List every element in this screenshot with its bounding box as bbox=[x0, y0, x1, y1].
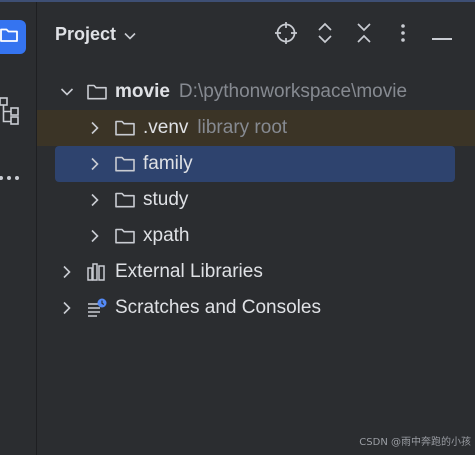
folder-icon bbox=[113, 226, 137, 246]
tree-row-scratches[interactable]: Scratches and Consoles bbox=[37, 290, 475, 326]
folder-icon bbox=[113, 118, 137, 138]
chevron-down-icon bbox=[124, 24, 136, 45]
more-icon bbox=[0, 166, 20, 185]
tree-row-external-libraries[interactable]: External Libraries bbox=[37, 254, 475, 290]
expand-all-icon bbox=[317, 21, 333, 49]
folder-icon bbox=[113, 190, 137, 210]
chevron-right-icon[interactable] bbox=[59, 300, 75, 316]
tree-row-study[interactable]: study bbox=[37, 182, 475, 218]
scratches-label: Scratches and Consoles bbox=[115, 297, 321, 318]
locate-button[interactable] bbox=[273, 22, 299, 48]
libraries-icon bbox=[85, 262, 109, 282]
folder-hint: library root bbox=[197, 117, 288, 138]
chevron-right-icon[interactable] bbox=[87, 228, 103, 244]
tree-row-root[interactable]: movie D:\pythonworkspace\movie bbox=[37, 74, 475, 110]
structure-tool-button[interactable] bbox=[0, 96, 26, 130]
external-libraries-label: External Libraries bbox=[115, 261, 263, 282]
root-folder-path: D:\pythonworkspace\movie bbox=[178, 81, 408, 102]
tree-row-venv[interactable]: .venv library root bbox=[37, 110, 475, 146]
structure-icon bbox=[0, 96, 20, 130]
folder-name: family bbox=[143, 153, 193, 174]
folder-icon bbox=[0, 26, 19, 48]
root-folder-name: movie bbox=[115, 81, 170, 102]
more-tools-button[interactable] bbox=[0, 158, 26, 192]
minimize-icon bbox=[432, 26, 452, 45]
scratches-icon bbox=[85, 298, 109, 318]
tree-row-family[interactable]: family bbox=[55, 146, 455, 182]
folder-icon bbox=[85, 82, 109, 102]
folder-name: xpath bbox=[143, 225, 190, 246]
panel-header: Project bbox=[37, 2, 475, 60]
project-tool-button[interactable] bbox=[0, 20, 26, 54]
tree-row-xpath[interactable]: xpath bbox=[37, 218, 475, 254]
options-button[interactable] bbox=[390, 22, 416, 48]
options-icon bbox=[400, 23, 406, 47]
collapse-all-icon bbox=[356, 21, 372, 49]
folder-name: .venv bbox=[143, 117, 189, 138]
watermark-text: CSDN @雨中奔跑的小孩 bbox=[359, 437, 471, 448]
panel-title-dropdown[interactable]: Project bbox=[55, 24, 136, 45]
folder-icon bbox=[113, 154, 137, 174]
minimize-button[interactable] bbox=[429, 22, 455, 48]
folder-name: study bbox=[143, 189, 189, 210]
chevron-right-icon[interactable] bbox=[87, 192, 103, 208]
project-panel: Project movie D:\pythonworkspace\movie .… bbox=[37, 2, 475, 455]
tool-window-strip bbox=[0, 2, 37, 455]
locate-icon bbox=[274, 21, 298, 49]
expand-all-button[interactable] bbox=[312, 22, 338, 48]
panel-title: Project bbox=[55, 24, 117, 44]
chevron-right-icon[interactable] bbox=[87, 120, 103, 136]
collapse-all-button[interactable] bbox=[351, 22, 377, 48]
chevron-right-icon[interactable] bbox=[87, 156, 103, 172]
chevron-down-icon[interactable] bbox=[59, 84, 75, 100]
chevron-right-icon[interactable] bbox=[59, 264, 75, 280]
